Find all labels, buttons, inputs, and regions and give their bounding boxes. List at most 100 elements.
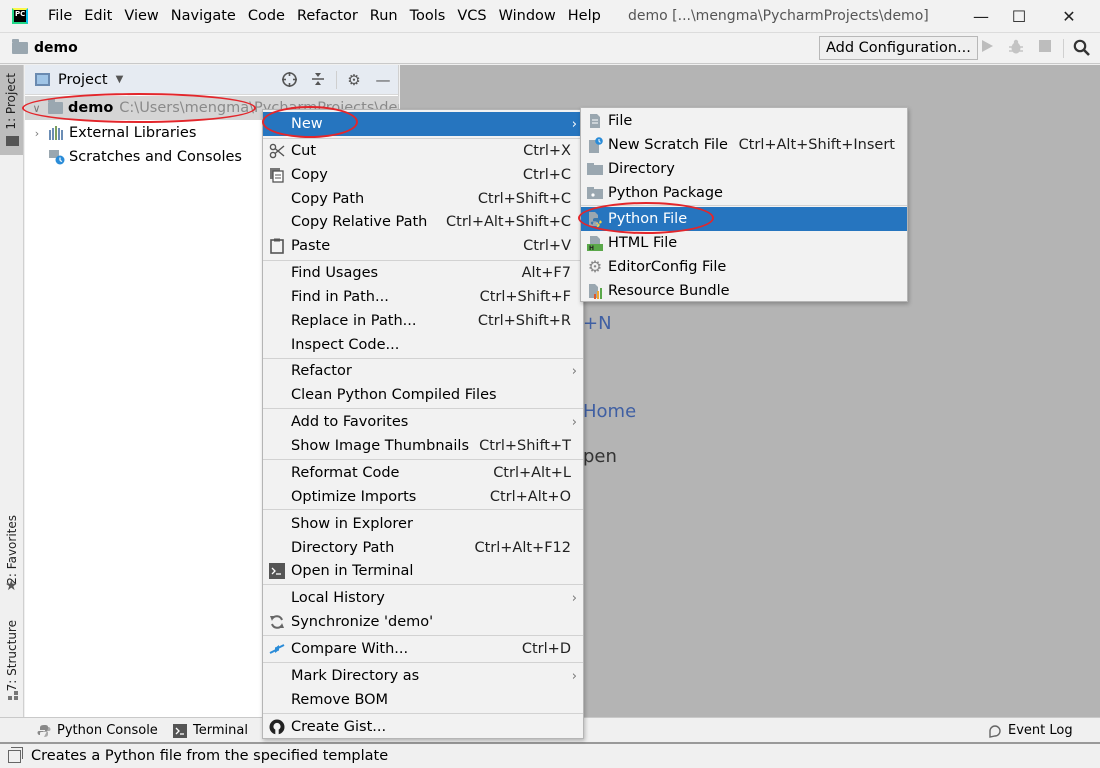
debug-icon[interactable] bbox=[1007, 39, 1025, 57]
menu-item-show-image-thumbnails[interactable]: Show Image Thumbnails Ctrl+Shift+T bbox=[263, 434, 583, 458]
menu-separator bbox=[263, 713, 583, 714]
chevron-right-icon: › bbox=[571, 590, 577, 606]
event-log-tab[interactable]: Event Log bbox=[988, 723, 1073, 738]
submenu-item-editorconfig-file[interactable]: ⚙ EditorConfig File bbox=[581, 255, 907, 279]
terminal-tab[interactable]: Terminal bbox=[173, 723, 248, 738]
add-configuration-button[interactable]: Add Configuration... bbox=[819, 36, 978, 60]
menu-item-copy[interactable]: Copy Ctrl+C bbox=[263, 163, 583, 187]
submenu-item-label: File bbox=[608, 113, 633, 129]
menu-item-find-usages[interactable]: Find Usages Alt+F7 bbox=[263, 261, 583, 285]
locate-icon[interactable] bbox=[280, 71, 298, 89]
menu-item-find-in-path[interactable]: Find in Path... Ctrl+Shift+F bbox=[263, 285, 583, 309]
chevron-right-icon: › bbox=[571, 414, 577, 430]
submenu-item-resource-bundle[interactable]: Resource Bundle bbox=[581, 279, 907, 303]
close-button[interactable]: ✕ bbox=[1046, 0, 1092, 33]
menu-item-shortcut: Ctrl+Alt+F12 bbox=[474, 540, 571, 556]
chevron-right-icon: › bbox=[571, 668, 577, 684]
scratch-file-icon bbox=[587, 137, 603, 153]
menu-item-shortcut: Ctrl+Alt+Shift+C bbox=[446, 214, 571, 230]
menu-help[interactable]: Help bbox=[562, 8, 607, 24]
menu-separator bbox=[263, 584, 583, 585]
editor-hint-home[interactable]: Home bbox=[583, 401, 636, 422]
search-icon[interactable] bbox=[1072, 39, 1090, 57]
menu-tools[interactable]: Tools bbox=[404, 8, 452, 24]
menu-item-local-history[interactable]: Local History › bbox=[263, 586, 583, 610]
menu-item-label: Copy Relative Path bbox=[291, 214, 428, 230]
toggle-tool-windows-icon[interactable] bbox=[8, 746, 23, 763]
project-view-icon bbox=[35, 73, 50, 86]
menu-item-create-gist[interactable]: Create Gist... bbox=[263, 715, 583, 739]
minimize-panel-icon[interactable]: — bbox=[374, 71, 392, 89]
menu-item-replace-in-path[interactable]: Replace in Path... Ctrl+Shift+R bbox=[263, 309, 583, 333]
chevron-down-icon[interactable]: ∨ bbox=[31, 102, 42, 115]
submenu-item-label: Directory bbox=[608, 161, 675, 177]
menu-item-label: Optimize Imports bbox=[291, 489, 417, 505]
menu-item-shortcut: Ctrl+Alt+L bbox=[493, 465, 571, 481]
menu-edit[interactable]: Edit bbox=[78, 8, 118, 24]
menu-item-compare-with[interactable]: Compare With... Ctrl+D bbox=[263, 637, 583, 661]
tool-tab-project-label: 1: Project bbox=[4, 73, 18, 130]
gear-icon[interactable]: ⚙ bbox=[345, 71, 363, 89]
python-console-tab[interactable]: Python Console bbox=[37, 723, 158, 738]
collapse-all-icon[interactable] bbox=[309, 71, 327, 89]
menu-item-copy-relative-path[interactable]: Copy Relative Path Ctrl+Alt+Shift+C bbox=[263, 210, 583, 234]
submenu-item-directory[interactable]: Directory bbox=[581, 157, 907, 181]
chevron-right-icon[interactable]: › bbox=[31, 127, 43, 140]
library-icon bbox=[49, 126, 65, 140]
submenu-item-label: HTML File bbox=[608, 235, 678, 251]
menu-item-show-in-explorer[interactable]: Show in Explorer bbox=[263, 512, 583, 536]
submenu-item-python-file[interactable]: Python File bbox=[581, 207, 907, 231]
menu-item-directory-path[interactable]: Directory Path Ctrl+Alt+F12 bbox=[263, 536, 583, 560]
menu-item-optimize-imports[interactable]: Optimize Imports Ctrl+Alt+O bbox=[263, 485, 583, 509]
scissors-icon bbox=[269, 143, 285, 159]
menu-run[interactable]: Run bbox=[364, 8, 404, 24]
menu-item-clean-python-compiled-files[interactable]: Clean Python Compiled Files bbox=[263, 383, 583, 407]
menu-separator bbox=[263, 662, 583, 663]
svg-text:H: H bbox=[589, 245, 594, 251]
menu-item-remove-bom[interactable]: Remove BOM bbox=[263, 688, 583, 712]
menu-window[interactable]: Window bbox=[493, 8, 562, 24]
copy-icon bbox=[269, 167, 285, 183]
tool-tab-project[interactable]: 1: Project bbox=[0, 65, 23, 155]
menu-separator bbox=[263, 509, 583, 510]
left-tool-strip: 1: Project 2: Favorites ★ 7: Structure bbox=[0, 65, 24, 717]
menu-code[interactable]: Code bbox=[242, 8, 291, 24]
project-panel-title[interactable]: Project bbox=[58, 72, 108, 88]
tool-tab-structure[interactable]: 7: Structure bbox=[5, 620, 19, 691]
menu-file[interactable]: File bbox=[42, 8, 78, 24]
menu-item-synchronize[interactable]: Synchronize 'demo' bbox=[263, 610, 583, 634]
menu-item-shortcut: Ctrl+X bbox=[523, 143, 571, 159]
menu-item-add-to-favorites[interactable]: Add to Favorites › bbox=[263, 410, 583, 434]
submenu-item-new-scratch-file[interactable]: New Scratch File Ctrl+Alt+Shift+Insert bbox=[581, 133, 907, 157]
menu-item-paste[interactable]: Paste Ctrl+V bbox=[263, 234, 583, 258]
menu-item-open-in-terminal[interactable]: Open in Terminal bbox=[263, 559, 583, 583]
menu-item-copy-path[interactable]: Copy Path Ctrl+Shift+C bbox=[263, 187, 583, 211]
menu-navigate[interactable]: Navigate bbox=[165, 8, 242, 24]
breadcrumb-project[interactable]: demo bbox=[34, 40, 78, 56]
maximize-button[interactable]: ☐ bbox=[996, 0, 1042, 33]
submenu-item-file[interactable]: File bbox=[581, 109, 907, 133]
menu-item-reformat-code[interactable]: Reformat Code Ctrl+Alt+L bbox=[263, 461, 583, 485]
menu-item-refactor[interactable]: Refactor › bbox=[263, 359, 583, 383]
menu-view[interactable]: View bbox=[118, 8, 164, 24]
stop-icon[interactable] bbox=[1036, 39, 1054, 57]
paste-icon bbox=[269, 238, 285, 254]
tree-item-label: demo bbox=[68, 100, 114, 116]
menu-item-cut[interactable]: Cut Ctrl+X bbox=[263, 139, 583, 163]
menu-item-label: Show Image Thumbnails bbox=[291, 438, 470, 454]
submenu-item-html-file[interactable]: H HTML File bbox=[581, 231, 907, 255]
menu-item-mark-directory-as[interactable]: Mark Directory as › bbox=[263, 664, 583, 688]
terminal-icon bbox=[173, 723, 187, 738]
structure-icon bbox=[7, 689, 19, 700]
chevron-down-icon[interactable]: ▼ bbox=[116, 74, 124, 85]
submenu-item-python-package[interactable]: Python Package bbox=[581, 181, 907, 205]
menu-item-new[interactable]: New › bbox=[263, 112, 583, 136]
html-file-icon: H bbox=[587, 235, 603, 252]
tool-tab-favorites[interactable]: 2: Favorites bbox=[5, 515, 19, 585]
menu-vcs[interactable]: VCS bbox=[451, 8, 492, 24]
run-icon[interactable] bbox=[978, 39, 996, 57]
menu-item-label: Copy bbox=[291, 167, 328, 183]
menu-refactor[interactable]: Refactor bbox=[291, 8, 364, 24]
menu-item-inspect-code[interactable]: Inspect Code... bbox=[263, 333, 583, 357]
python-package-icon bbox=[587, 185, 603, 201]
